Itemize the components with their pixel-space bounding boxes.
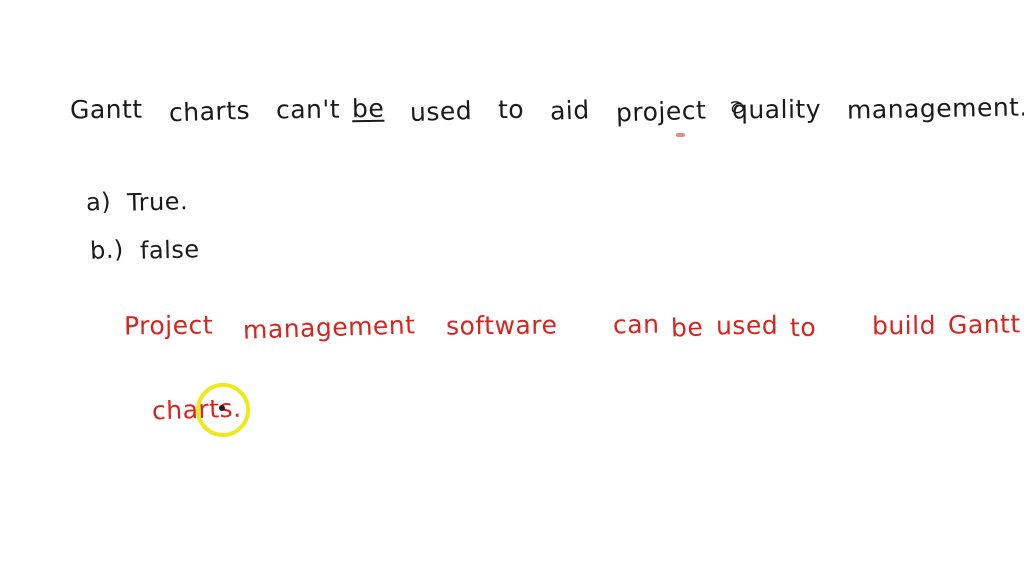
question-word-aid: aid (549, 95, 591, 126)
answer-word-to: to (789, 312, 817, 343)
answer-word-build: build (871, 310, 936, 341)
answer-word-can: can (612, 309, 660, 340)
answer-word-software: software (445, 310, 558, 341)
stray-red-mark (676, 133, 685, 137)
question-word-charts: charts (168, 95, 251, 128)
handwritten-answer-canvas: Gantt charts can't be used to aid project qualit… (0, 0, 1024, 576)
question-word-project: project (615, 95, 707, 128)
option-a-marker: a) (85, 187, 112, 217)
option-b-false[interactable]: b.) false (89, 235, 200, 265)
question-word-be: be (351, 93, 385, 124)
option-a-true[interactable]: a) True. (85, 187, 189, 217)
answer-word-gantt: Gantt (947, 309, 1021, 340)
question-word-quality: quality (731, 94, 822, 125)
answer-word-used: used (715, 310, 778, 341)
answer-word-be: be (670, 312, 705, 343)
question-word-gantt: Gantt (69, 94, 143, 125)
question-word-quality-text: quality (732, 94, 822, 125)
answer-word-project: Project (123, 310, 214, 341)
option-b-marker: b.) (89, 235, 125, 265)
question-word-management: management. (846, 92, 1024, 125)
cursor-point-icon (219, 405, 225, 411)
answer-word-management: management (242, 310, 416, 345)
question-word-cant: can't (275, 94, 340, 125)
answer-text-line-1: Project management software can be used to buil… (123, 309, 1024, 345)
question-word-to: to (497, 94, 525, 125)
option-b-label: false (139, 235, 200, 265)
question-text: Gantt charts can't be used to aid project qualit… (69, 92, 1024, 128)
option-a-label: True. (126, 187, 189, 217)
question-word-used: used (409, 96, 473, 127)
